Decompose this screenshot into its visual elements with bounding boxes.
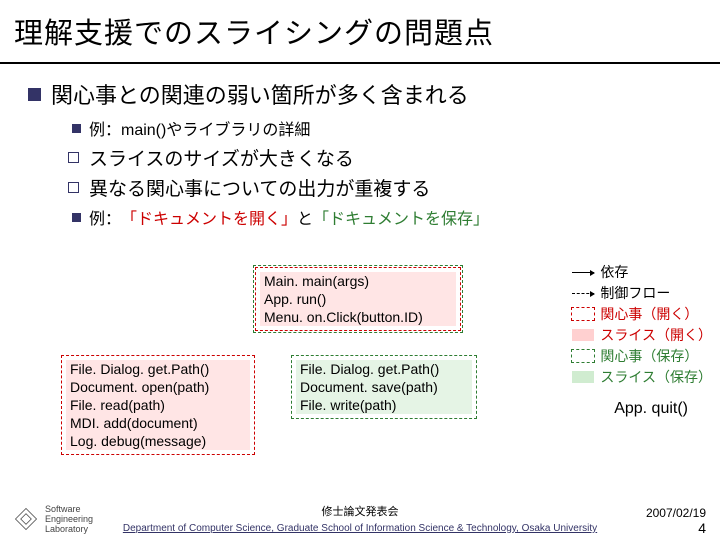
- legend-row-open: 関心事（開く）: [572, 304, 712, 324]
- main-line3: Menu. on.Click(button.ID): [264, 308, 452, 326]
- logo-icon: [12, 505, 40, 533]
- footer-page: 4: [698, 520, 706, 536]
- body: 関心事との関連の弱い箇所が多く含まれる 例：main()やライブラリの詳細 スラ…: [0, 64, 720, 229]
- swatch-slice-open-icon: [572, 329, 594, 341]
- bullet-3a-text: スライスのサイズが大きくなる: [89, 144, 354, 171]
- right-line2: Document. save(path): [300, 378, 468, 396]
- square-icon: [72, 213, 81, 222]
- legend-row-save: 関心事（保存）: [572, 346, 712, 366]
- bullet-3a: スライスのサイズが大きくなる: [68, 144, 702, 171]
- legend-row-slice-save: スライス（保存）: [572, 367, 712, 387]
- left-line5: Log. debug(message): [70, 432, 246, 450]
- bullet-2b: 例： 「ドキュメントを開く」 と 「ドキュメントを保存」: [72, 205, 702, 229]
- legend: 依存 制御フロー 関心事（開く） スライス（開く） 関心事（保存） スライス（保…: [572, 262, 712, 388]
- legend-row-slice-open: スライス（開く）: [572, 325, 712, 345]
- logo-l2: Engineering: [45, 514, 93, 524]
- left-line3: File. read(path): [70, 396, 246, 414]
- left-line1: File. Dialog. get.Path(): [70, 360, 246, 378]
- app-quit: App. quit(): [614, 400, 688, 418]
- left-line2: Document. open(path): [70, 378, 246, 396]
- legend-save: 関心事（保存）: [600, 346, 698, 366]
- box-left: File. Dialog. get.Path() Document. open(…: [64, 358, 252, 452]
- arrow-icon: [572, 272, 594, 273]
- bullet-2a: 例：main()やライブラリの詳細: [72, 116, 702, 140]
- logo-l1: Software: [45, 504, 93, 514]
- legend-ctrl: 制御フロー: [600, 283, 670, 303]
- square-open-icon: [68, 152, 79, 163]
- footer: 修士論文発表会 Department of Computer Science, …: [0, 503, 720, 534]
- main-line1: Main. main(args): [264, 272, 452, 290]
- square-icon: [72, 124, 81, 133]
- main-line2: App. run(): [264, 290, 452, 308]
- bullet-2b-red: 「ドキュメントを開く」: [121, 205, 297, 229]
- footer-mid: 修士論文発表会: [0, 503, 720, 519]
- box-right: File. Dialog. get.Path() Document. save(…: [294, 358, 474, 416]
- arrow-dashed-icon: [572, 293, 594, 294]
- legend-dep: 依存: [600, 262, 628, 282]
- logo: Software Engineering Laboratory: [12, 504, 93, 534]
- legend-slice-save: スライス（保存）: [600, 367, 712, 387]
- swatch-slice-save-icon: [572, 371, 594, 383]
- bullet-1: 関心事との関連の弱い箇所が多く含まれる: [28, 78, 702, 110]
- bullet-3b: 異なる関心事についての出力が重複する: [68, 174, 702, 201]
- legend-row-ctrl: 制御フロー: [572, 283, 712, 303]
- box-main: Main. main(args) App. run() Menu. on.Cli…: [258, 270, 458, 328]
- swatch-save-icon: [572, 350, 594, 362]
- slide-title: 理解支援でのスライシングの問題点: [0, 4, 720, 64]
- slide: 理解支援でのスライシングの問題点 関心事との関連の弱い箇所が多く含まれる 例：m…: [0, 0, 720, 540]
- square-open-icon: [68, 182, 79, 193]
- legend-slice-open: スライス（開く）: [600, 325, 712, 345]
- bullet-3b-text: 異なる関心事についての出力が重複する: [89, 174, 430, 201]
- bullet-2b-pre: 例：: [89, 205, 121, 229]
- footer-dept: Department of Computer Science, Graduate…: [0, 523, 720, 534]
- logo-l3: Laboratory: [45, 524, 93, 534]
- square-icon: [28, 88, 41, 101]
- bullet-1-text: 関心事との関連の弱い箇所が多く含まれる: [51, 78, 469, 110]
- legend-open: 関心事（開く）: [600, 304, 698, 324]
- right-line1: File. Dialog. get.Path(): [300, 360, 468, 378]
- bullet-2a-text: 例：main()やライブラリの詳細: [89, 116, 310, 140]
- logo-text: Software Engineering Laboratory: [45, 504, 93, 534]
- swatch-open-icon: [572, 308, 594, 320]
- footer-date: 2007/02/19: [646, 506, 706, 520]
- right-line3: File. write(path): [300, 396, 468, 414]
- bullet-2b-green: 「ドキュメントを保存」: [313, 205, 489, 229]
- legend-row-dep: 依存: [572, 262, 712, 282]
- left-line4: MDI. add(document): [70, 414, 246, 432]
- bullet-2b-mid: と: [297, 205, 313, 229]
